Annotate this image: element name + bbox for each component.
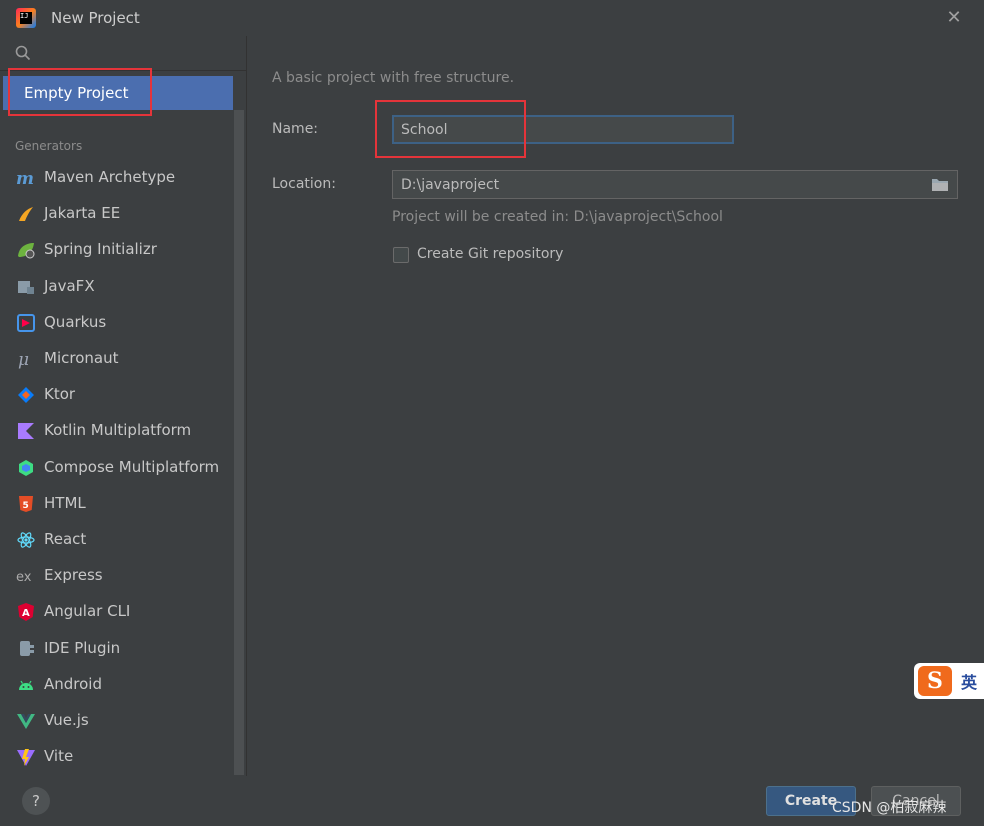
sidebar-item-javafx[interactable]: JavaFX	[0, 270, 233, 304]
search-input[interactable]	[0, 36, 246, 71]
sidebar-item-maven-archetype[interactable]: m Maven Archetype	[0, 161, 233, 195]
highlight-box-empty-project	[8, 68, 152, 116]
help-button[interactable]: ?	[22, 787, 50, 815]
android-icon	[19, 680, 33, 690]
react-icon	[17, 532, 35, 548]
javafx-icon	[18, 280, 34, 294]
project-description: A basic project with free structure.	[272, 70, 515, 86]
ime-mode-label: 英	[961, 673, 978, 692]
location-field[interactable]: D:\javaproject	[392, 170, 958, 199]
sidebar-item-vite[interactable]: Vite	[0, 740, 233, 774]
sidebar-item-label: Android	[44, 674, 102, 693]
generator-sidebar: Empty Project Generators m Maven Archetyp…	[0, 36, 246, 776]
svg-text:ex: ex	[16, 570, 32, 585]
sidebar-item-ide-plugin[interactable]: IDE Plugin	[0, 632, 233, 666]
git-checkbox[interactable]	[393, 247, 409, 263]
sidebar-item-compose-multiplatform[interactable]: Compose Multiplatform	[0, 451, 233, 485]
search-icon	[15, 45, 31, 61]
sidebar-item-micronaut[interactable]: μ Micronaut	[0, 342, 233, 376]
location-value: D:\javaproject	[401, 177, 500, 193]
html5-icon: 5	[19, 495, 33, 512]
sidebar-item-label: Vite	[44, 747, 74, 766]
location-label: Location:	[272, 176, 336, 192]
name-label: Name:	[272, 121, 319, 137]
sidebar-item-ktor[interactable]: Ktor	[0, 378, 233, 412]
sidebar-item-label: Micronaut	[44, 349, 119, 367]
csdn-watermark: CSDN @柏寂麻辣	[832, 800, 947, 816]
vite-icon	[17, 749, 35, 767]
sidebar-item-angular-cli[interactable]: A Angular CLI	[0, 595, 233, 629]
highlight-box-name	[375, 100, 526, 158]
sidebar-item-label: Quarkus	[44, 312, 107, 331]
express-icon: ex	[16, 570, 32, 585]
sidebar-item-label: JavaFX	[44, 276, 95, 295]
micronaut-icon: μ	[18, 350, 29, 369]
sidebar-item-quarkus[interactable]: Quarkus	[0, 306, 233, 340]
sidebar-scrollbar[interactable]	[234, 110, 244, 775]
ime-toolbar[interactable]: S 英	[914, 663, 984, 699]
svg-text:5: 5	[23, 501, 29, 511]
sidebar-item-label: IDE Plugin	[44, 638, 121, 657]
sidebar-item-label: Spring Initializr	[44, 240, 157, 259]
vue-icon	[17, 714, 35, 729]
folder-icon[interactable]	[931, 177, 949, 192]
ktor-icon	[18, 387, 34, 404]
sidebar-item-label: Express	[44, 566, 103, 585]
close-icon[interactable]: ✕	[940, 4, 968, 32]
sidebar-item-jakarta-ee[interactable]: Jakarta EE	[0, 197, 233, 231]
sidebar-item-react[interactable]: React	[0, 523, 233, 557]
sidebar-item-vue-js[interactable]: Vue.js	[0, 704, 233, 738]
sidebar-item-spring-initializr[interactable]: Spring Initializr	[0, 233, 233, 267]
spring-icon	[18, 243, 35, 259]
sidebar-item-label: HTML	[44, 493, 86, 512]
svg-text:A: A	[22, 608, 30, 619]
kotlin-icon	[18, 423, 34, 440]
quarkus-icon	[17, 313, 35, 332]
sogou-logo-icon: S	[918, 666, 952, 696]
sidebar-item-label: Jakarta EE	[44, 204, 121, 223]
dialog-footer: ? Create Cancel CSDN @柏寂麻辣	[0, 776, 984, 826]
git-checkbox-label[interactable]: Create Git repository	[417, 246, 563, 262]
sidebar-item-express[interactable]: ex Express	[0, 559, 233, 593]
compose-icon	[19, 459, 33, 476]
sidebar-item-label: Kotlin Multiplatform	[44, 421, 192, 440]
jakarta-icon	[19, 207, 33, 222]
maven-icon: m	[16, 169, 34, 188]
sidebar-item-html[interactable]: 5 HTML	[0, 487, 233, 521]
window-title: New Project	[51, 9, 140, 27]
sidebar-item-kotlin-multiplatform[interactable]: Kotlin Multiplatform	[0, 414, 233, 448]
svg-text:μ: μ	[18, 350, 29, 369]
svg-text:m: m	[16, 169, 34, 188]
title-bar: IJ New Project ✕	[0, 0, 984, 36]
sidebar-item-label: Angular CLI	[44, 602, 131, 621]
intellij-logo-icon: IJ	[16, 8, 36, 28]
sidebar-item-label: Maven Archetype	[44, 168, 176, 186]
location-hint: Project will be created in: D:\javaproje…	[392, 209, 723, 225]
generators-section-header: Generators	[15, 139, 83, 153]
sidebar-item-label: React	[44, 530, 87, 548]
sidebar-item-android[interactable]: Android	[0, 668, 233, 702]
project-settings-panel: A basic project with free structure. Nam…	[247, 36, 984, 776]
plugin-icon	[20, 640, 34, 656]
sidebar-item-label: Ktor	[44, 385, 76, 404]
sidebar-item-label: Vue.js	[44, 711, 89, 729]
angular-icon: A	[18, 603, 34, 622]
sidebar-item-label: Compose Multiplatform	[44, 457, 220, 476]
